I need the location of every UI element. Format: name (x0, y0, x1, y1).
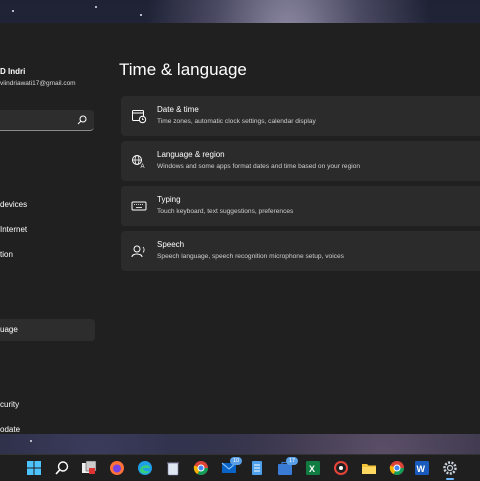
language-region-icon: A (132, 155, 145, 169)
photo-icon[interactable] (333, 460, 349, 476)
wallpaper-star (95, 6, 97, 8)
date-time-description: Time zones, automatic clock settings, ca… (157, 118, 316, 125)
file-explorer-icon[interactable] (361, 460, 377, 476)
sidebar-item-personalization[interactable]: tion (0, 244, 95, 266)
word-icon[interactable]: W (414, 460, 430, 476)
date-time-title: Date & time (157, 105, 199, 114)
language-region-card[interactable]: A Language & region Windows and some app… (121, 141, 480, 181)
typing-description: Touch keyboard, text suggestions, prefer… (157, 208, 294, 215)
keyboard-icon (131, 201, 147, 211)
language-region-description: Windows and some apps format dates and t… (157, 163, 361, 170)
taskbar: 10 17 X W (0, 454, 480, 481)
mail-badge: 10 (230, 457, 242, 465)
start-icon[interactable] (26, 460, 42, 476)
settings-icon[interactable] (442, 460, 458, 476)
wallpaper-star (12, 10, 14, 12)
page-title: Time & language (119, 60, 247, 79)
chrome-icon[interactable] (389, 460, 405, 476)
svg-text:W: W (417, 464, 426, 474)
sidebar-item-bluetooth-devices[interactable]: devices (0, 194, 95, 216)
profile-email: viindriawati17@gmail.com (0, 80, 76, 87)
settings-search-box[interactable] (0, 110, 94, 131)
settings-sidebar: D Indri viindriawati17@gmail.com devices… (0, 23, 110, 434)
svg-text:A: A (141, 164, 145, 169)
speech-card[interactable]: Speech Speech language, speech recogniti… (121, 231, 480, 271)
firefox-icon[interactable] (109, 460, 125, 476)
chrome-icon[interactable] (193, 460, 209, 476)
search-icon[interactable] (77, 115, 87, 125)
notepad-icon[interactable] (249, 460, 265, 476)
svg-text:X: X (309, 464, 315, 474)
edge-icon[interactable] (137, 460, 153, 476)
language-region-title: Language & region (157, 150, 225, 159)
sidebar-item-time-language[interactable]: uage (0, 319, 95, 341)
profile-name: D Indri (0, 67, 26, 76)
typing-card[interactable]: Typing Touch keyboard, text suggestions,… (121, 186, 480, 226)
sidebar-item-windows-update[interactable]: odate (0, 419, 95, 441)
sidebar-item-privacy-security[interactable]: curity (0, 394, 95, 416)
wallpaper-star (140, 14, 142, 16)
typing-title: Typing (157, 195, 181, 204)
store-badge: 17 (286, 457, 298, 465)
excel-icon[interactable]: X (305, 460, 321, 476)
calendar-clock-icon (132, 110, 147, 124)
mail-app[interactable]: 10 (221, 457, 242, 476)
task-view-icon[interactable] (81, 460, 97, 476)
speech-title: Speech (157, 240, 185, 249)
date-time-card[interactable]: Date & time Time zones, automatic clock … (121, 96, 480, 136)
speech-description: Speech language, speech recognition micr… (157, 253, 344, 260)
store-app[interactable]: 17 (277, 457, 298, 476)
search-icon[interactable] (54, 460, 70, 476)
sidebar-item-network-internet[interactable]: Internet (0, 219, 95, 241)
settings-search-input[interactable] (0, 110, 74, 130)
settings-main: Time & language Date & time Time zones, … (110, 23, 480, 434)
recycle-bin-icon[interactable] (165, 460, 181, 476)
settings-window: D Indri viindriawati17@gmail.com devices… (0, 23, 480, 434)
speech-icon (131, 245, 145, 258)
